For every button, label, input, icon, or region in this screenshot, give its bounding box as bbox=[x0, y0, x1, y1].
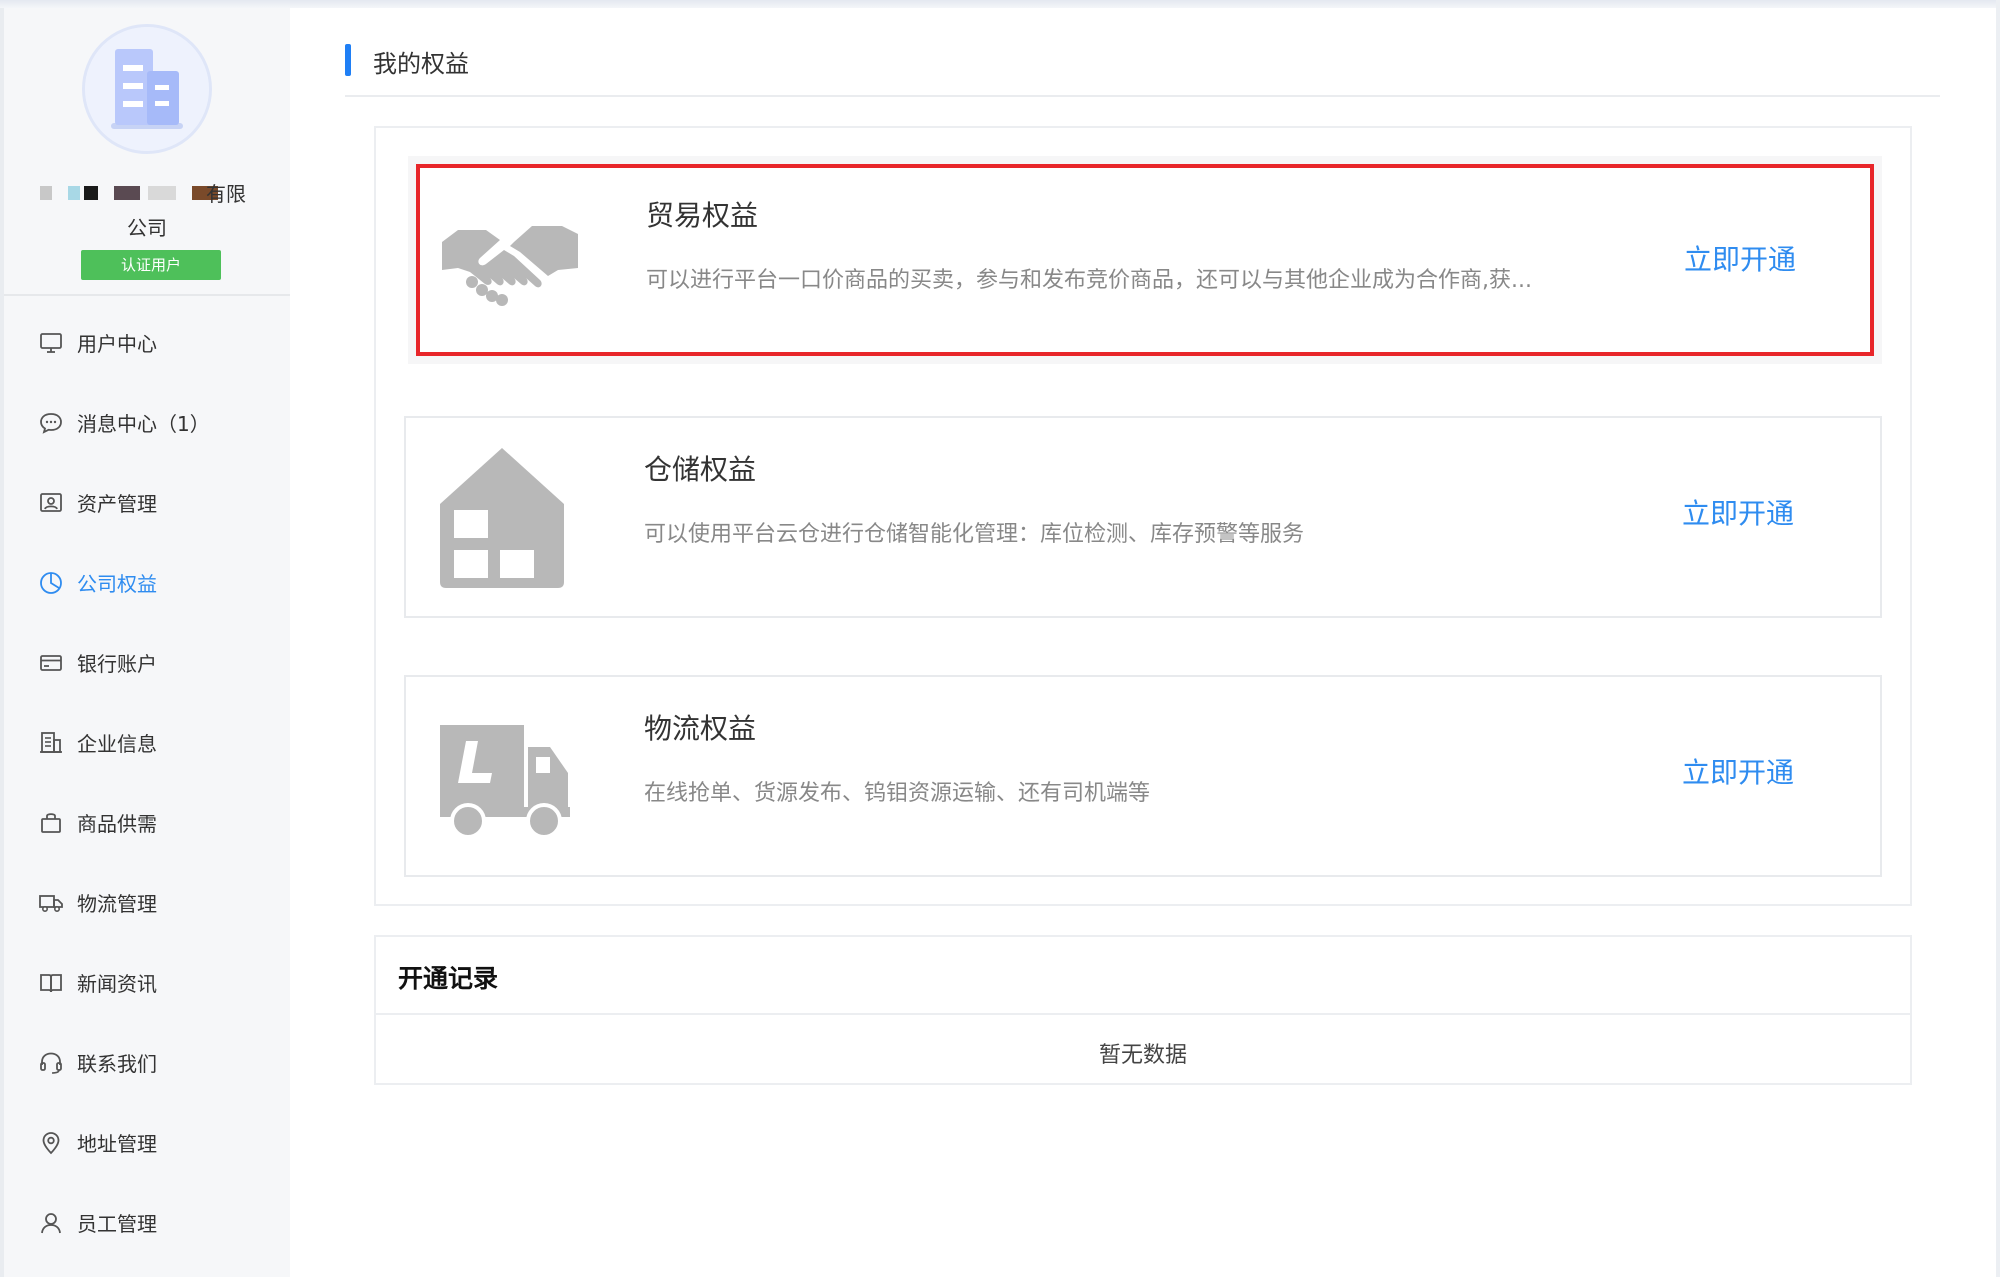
pie-chart-icon bbox=[40, 572, 62, 594]
sidebar-item-label: 消息中心（1） bbox=[77, 412, 210, 436]
benefit-card-trade: 贸易权益 可以进行平台一口价商品的买卖，参与和发布竞价商品，还可以与其他企业成为… bbox=[416, 164, 1874, 356]
company-name: 有限 bbox=[34, 176, 274, 210]
sidebar-item-label: 联系我们 bbox=[77, 1052, 157, 1076]
benefit-title: 物流权益 bbox=[644, 712, 757, 745]
sidebar-item-label: 公司权益 bbox=[77, 572, 157, 596]
benefit-title: 仓储权益 bbox=[644, 453, 757, 486]
section-title-bar bbox=[345, 44, 351, 76]
truck-icon bbox=[39, 895, 63, 912]
building-avatar-icon bbox=[85, 27, 209, 151]
records-title: 开通记录 bbox=[398, 964, 499, 993]
benefit-title: 贸易权益 bbox=[646, 199, 759, 232]
monitor-icon bbox=[40, 333, 62, 353]
sidebar-item-asset-management[interactable]: 资产管理 bbox=[4, 472, 290, 532]
credit-card-icon bbox=[40, 655, 62, 671]
activate-storage-button[interactable]: 立即开通 bbox=[1682, 492, 1794, 532]
company-name-suffix: 有限 bbox=[206, 182, 246, 206]
company-name-line2: 公司 bbox=[127, 216, 167, 240]
asset-icon bbox=[40, 493, 62, 512]
sidebar-item-company-benefits[interactable]: 公司权益 bbox=[4, 552, 290, 612]
sidebar-item-logistics-management[interactable]: 物流管理 bbox=[4, 872, 290, 932]
benefit-card-logistics: 物流权益 在线抢单、货源发布、钨钼资源运输、还有司机端等 立即开通 bbox=[404, 675, 1882, 877]
sidebar-item-news[interactable]: 新闻资讯 bbox=[4, 952, 290, 1012]
book-icon bbox=[40, 974, 62, 993]
activate-logistics-button[interactable]: 立即开通 bbox=[1682, 751, 1794, 791]
sidebar-item-label: 物流管理 bbox=[77, 892, 157, 916]
sidebar-item-label: 企业信息 bbox=[77, 732, 157, 756]
logistics-truck-icon bbox=[440, 725, 570, 839]
chat-bubble-icon bbox=[40, 413, 62, 434]
sidebar-item-label: 新闻资讯 bbox=[77, 972, 157, 996]
page: 有限 公司 认证用户 用户中心 消息中心（1） 资产管理 公司权益 银行账户 企… bbox=[0, 0, 2000, 1277]
sidebar-item-label: 银行账户 bbox=[77, 652, 157, 676]
benefit-description: 在线抢单、货源发布、钨钼资源运输、还有司机端等 bbox=[644, 781, 1151, 806]
records-divider bbox=[376, 1013, 1910, 1015]
sidebar-item-label: 资产管理 bbox=[77, 492, 157, 516]
sidebar-item-employee-management[interactable]: 员工管理 bbox=[4, 1192, 290, 1252]
title-divider bbox=[345, 95, 1940, 97]
sidebar-item-contact-us[interactable]: 联系我们 bbox=[4, 1032, 290, 1092]
building-icon bbox=[40, 732, 62, 753]
sidebar-item-address-management[interactable]: 地址管理 bbox=[4, 1112, 290, 1172]
headset-icon bbox=[40, 1052, 62, 1074]
handshake-icon bbox=[442, 226, 578, 306]
activate-trade-button[interactable]: 立即开通 bbox=[1684, 238, 1796, 278]
page-title: 我的权益 bbox=[373, 50, 469, 78]
activation-records: 开通记录 暂无数据 bbox=[374, 935, 1912, 1085]
company-avatar[interactable] bbox=[82, 24, 212, 154]
sidebar-item-enterprise-info[interactable]: 企业信息 bbox=[4, 712, 290, 772]
sidebar-item-bank-account[interactable]: 银行账户 bbox=[4, 632, 290, 692]
sidebar-item-label: 用户中心 bbox=[77, 332, 157, 356]
top-border bbox=[0, 0, 2000, 8]
sidebar-item-goods-supply[interactable]: 商品供需 bbox=[4, 792, 290, 852]
sidebar-item-label: 员工管理 bbox=[77, 1212, 157, 1236]
sidebar-item-label: 商品供需 bbox=[77, 812, 157, 836]
company-name-redacted bbox=[40, 186, 218, 200]
sidebar-item-message-center[interactable]: 消息中心（1） bbox=[4, 392, 290, 452]
right-border bbox=[1996, 0, 2000, 1277]
sidebar-item-user-center[interactable]: 用户中心 bbox=[4, 312, 290, 372]
location-pin-icon bbox=[42, 1132, 60, 1155]
sidebar: 有限 公司 认证用户 用户中心 消息中心（1） 资产管理 公司权益 银行账户 企… bbox=[0, 8, 290, 1277]
shopping-bag-icon bbox=[41, 813, 61, 833]
warehouse-icon bbox=[440, 448, 564, 588]
benefit-description: 可以进行平台一口价商品的买卖，参与和发布竞价商品，还可以与其他企业成为合作商,获… bbox=[646, 268, 1532, 293]
benefit-card-storage: 仓储权益 可以使用平台云仓进行仓储智能化管理：库位检测、库存预警等服务 立即开通 bbox=[404, 416, 1882, 618]
benefit-description: 可以使用平台云仓进行仓储智能化管理：库位检测、库存预警等服务 bbox=[644, 522, 1305, 547]
verified-badge: 认证用户 bbox=[81, 250, 221, 280]
user-icon bbox=[41, 1213, 61, 1234]
profile-panel: 有限 公司 认证用户 bbox=[4, 8, 290, 296]
sidebar-item-label: 地址管理 bbox=[77, 1132, 157, 1156]
records-empty-text: 暂无数据 bbox=[1098, 1043, 1187, 1068]
